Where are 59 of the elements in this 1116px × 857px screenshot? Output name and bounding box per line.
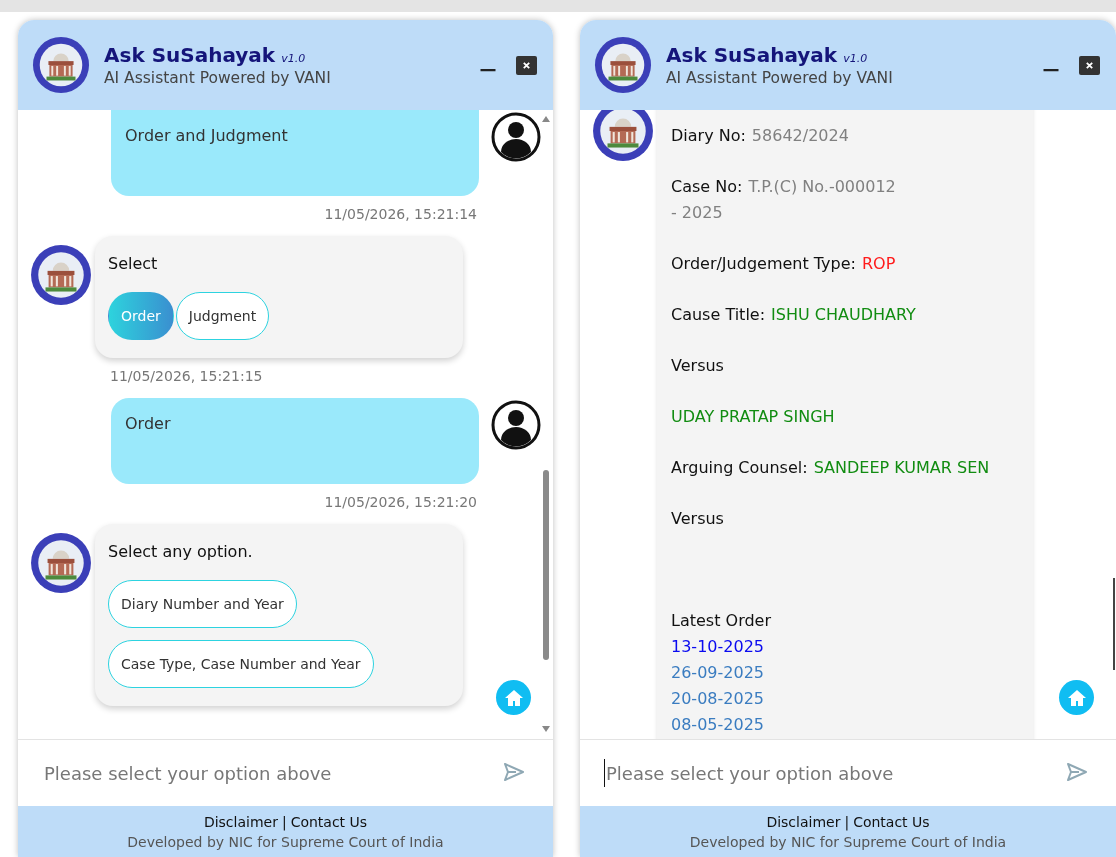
building-logo-icon	[30, 244, 92, 306]
option-button[interactable]: Diary Number and Year	[108, 580, 297, 628]
detail-line: Versus	[671, 355, 725, 377]
building-logo-icon	[592, 110, 654, 162]
order-date-link[interactable]: 08-05-2025	[671, 712, 764, 738]
close-icon	[1085, 60, 1094, 70]
footer-link[interactable]: Disclaimer	[203, 813, 278, 830]
window-title: Ask SuSahayak	[666, 43, 838, 67]
timestamp: 11/05/2026, 15:21:15	[110, 368, 264, 384]
message-text: Select any option.	[108, 541, 254, 563]
close-icon	[522, 60, 531, 70]
person-avatar-icon	[491, 400, 541, 450]
home-button[interactable]	[1059, 680, 1094, 715]
footer-link[interactable]: Contact Us	[853, 813, 930, 830]
minimize-icon	[1041, 69, 1061, 72]
home-button[interactable]	[496, 680, 531, 715]
minimize-icon	[478, 69, 498, 72]
section-label: Latest Order	[671, 610, 772, 632]
house-icon	[503, 687, 524, 708]
order-date-link[interactable]: 26-09-2025	[671, 660, 764, 686]
building-logo-icon	[594, 36, 652, 94]
window-subtitle: AI Assistant Powered by VANI	[666, 69, 894, 87]
timestamp: 11/05/2026, 15:21:14	[324, 206, 477, 222]
person-avatar-icon	[491, 112, 541, 162]
footer-link[interactable]: Contact Us	[290, 813, 368, 830]
close-button[interactable]	[516, 55, 537, 75]
detail-line: UDAY PRATAP SINGH	[671, 406, 835, 428]
message-input-field[interactable]: Please select your option above	[604, 759, 1064, 787]
message-text: Order	[125, 413, 172, 435]
message-input-field[interactable]: Please select your option above	[42, 753, 501, 793]
window-subtitle: AI Assistant Powered by VANI	[104, 69, 332, 87]
option-button[interactable]: Judgment	[175, 292, 270, 340]
window-title: Ask SuSahayak	[104, 43, 276, 67]
footer-credit: Developed by NIC for Supreme Court of India	[689, 833, 1007, 850]
detail-line: Arguing Counsel: SANDEEP KUMAR SEN	[671, 457, 990, 479]
version-label: v1.0	[281, 52, 306, 65]
message-text: Select	[108, 253, 159, 275]
building-logo-icon	[30, 532, 92, 594]
send-icon	[502, 760, 526, 784]
close-button[interactable]	[1079, 55, 1100, 75]
option-button[interactable]: Case Type, Case Number and Year	[108, 640, 374, 688]
footer-credit: Developed by NIC for Supreme Court of India	[127, 833, 444, 850]
version-label: v1.0	[843, 52, 868, 65]
link-separator: |	[281, 813, 287, 830]
detail-line: Order/Judgement Type: ROP	[671, 253, 896, 275]
send-icon	[1065, 760, 1089, 784]
order-date-link[interactable]: 20-08-2025	[671, 686, 764, 712]
footer-link[interactable]: Disclaimer	[766, 813, 841, 830]
detail-line: Versus	[671, 508, 725, 530]
building-logo-icon	[32, 36, 90, 94]
message-text: Order and Judgment	[125, 125, 289, 147]
detail-line: Cause Title: ISHU CHAUDHARY	[671, 304, 916, 326]
order-date-link[interactable]: 13-10-2025	[671, 634, 764, 660]
timestamp: 11/05/2026, 15:21:20	[324, 494, 477, 510]
detail-line: Diary No: 58642/2024	[671, 125, 849, 147]
house-icon	[1066, 687, 1087, 708]
detail-line: Case No: T.P.(C) No.-000012 - 2025	[671, 176, 896, 224]
link-separator: |	[844, 813, 850, 830]
scrollbar[interactable]	[1113, 578, 1115, 670]
